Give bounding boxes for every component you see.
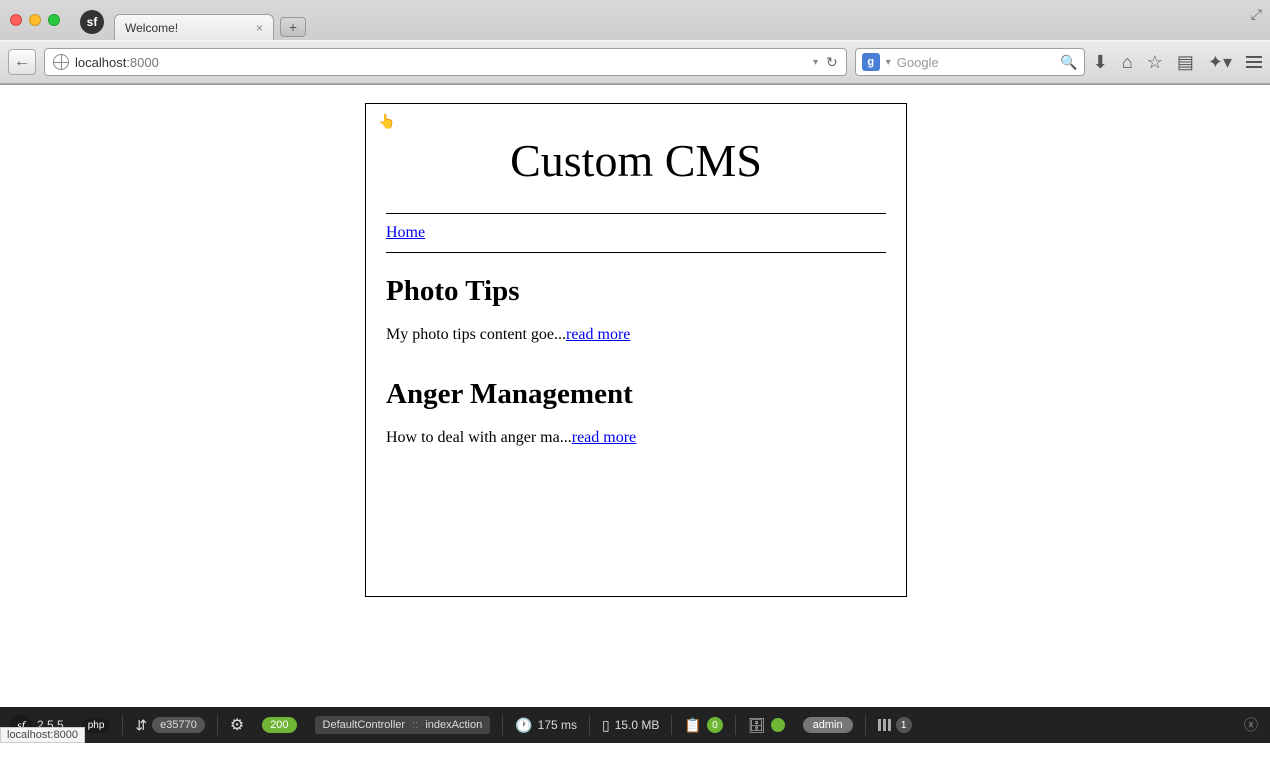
url-port: :8000 bbox=[126, 55, 159, 70]
url-text: localhost:8000 bbox=[75, 55, 159, 70]
symfony-favicon-icon: sf bbox=[80, 10, 104, 34]
tab-title: Welcome! bbox=[125, 21, 178, 35]
menu-icon[interactable] bbox=[1246, 56, 1262, 68]
forms-count: 0 bbox=[707, 717, 723, 733]
url-bar[interactable]: localhost:8000 ▾ ↻ bbox=[44, 48, 847, 76]
http-status-badge: 200 bbox=[262, 717, 296, 733]
separator bbox=[671, 715, 672, 735]
database-icon: 🗄 bbox=[748, 717, 766, 734]
reading-list-icon[interactable]: ▤ bbox=[1177, 52, 1194, 73]
divider bbox=[386, 252, 886, 253]
gear-icon: ⚙ bbox=[230, 715, 244, 735]
article: Anger Management How to deal with anger … bbox=[386, 378, 886, 447]
site-nav: Home 👆 bbox=[386, 214, 886, 252]
clock-icon: 🕐 bbox=[515, 717, 532, 734]
search-icon[interactable]: 🔍 bbox=[1060, 54, 1077, 71]
tab-close-icon[interactable]: × bbox=[256, 21, 263, 35]
history-dropdown-icon[interactable]: ▾ bbox=[813, 57, 818, 68]
search-engine-dropdown-icon[interactable]: ▾ bbox=[886, 57, 891, 68]
memory-item[interactable]: ▯ 15.0 MB bbox=[596, 707, 665, 743]
separator bbox=[502, 715, 503, 735]
controller-label: DefaultController :: indexAction bbox=[315, 716, 491, 734]
route-code: e35770 bbox=[152, 717, 205, 733]
time-item[interactable]: 🕐 175 ms bbox=[509, 707, 583, 743]
search-engine-icon[interactable]: g bbox=[862, 53, 880, 71]
nav-home-link[interactable]: Home bbox=[386, 224, 425, 241]
log-count: 1 bbox=[896, 717, 912, 733]
globe-icon bbox=[53, 54, 69, 70]
close-toolbar-icon[interactable]: ⓧ bbox=[1244, 715, 1266, 735]
symfony-debug-toolbar: sf 2.5.5 php ⇵ e35770 ⚙ 200 DefaultContr… bbox=[0, 707, 1270, 743]
new-tab-button[interactable]: + bbox=[280, 17, 306, 37]
cms-container: Custom CMS Home 👆 Photo Tips My photo ti… bbox=[365, 103, 907, 597]
separator bbox=[865, 715, 866, 735]
home-icon[interactable]: ⌂ bbox=[1122, 52, 1133, 73]
user-item[interactable]: admin bbox=[797, 707, 859, 743]
article-excerpt: My photo tips content goe...read more bbox=[386, 326, 886, 344]
php-badge-icon: php bbox=[82, 718, 111, 733]
log-item[interactable]: 1 bbox=[872, 707, 918, 743]
page-viewport: Custom CMS Home 👆 Photo Tips My photo ti… bbox=[0, 85, 1270, 743]
reload-icon[interactable]: ↻ bbox=[826, 54, 838, 71]
extension-icon[interactable]: ✦▾ bbox=[1208, 52, 1232, 73]
search-bar[interactable]: g ▾ Google 🔍 bbox=[855, 48, 1085, 76]
pointer-cursor-icon: 👆 bbox=[378, 114, 395, 131]
request-time: 175 ms bbox=[538, 718, 577, 732]
article-title: Photo Tips bbox=[386, 275, 886, 308]
route-icon: ⇵ bbox=[135, 717, 147, 734]
separator bbox=[589, 715, 590, 735]
status-item[interactable]: 200 bbox=[256, 707, 302, 743]
fullscreen-icon[interactable]: ⤢ bbox=[1251, 6, 1262, 23]
user-badge: admin bbox=[803, 717, 853, 733]
browser-chrome: sf Welcome! × + ⤢ ← localhost:8000 ▾ ↻ g… bbox=[0, 0, 1270, 85]
article: Photo Tips My photo tips content goe...r… bbox=[386, 275, 886, 344]
url-host: localhost bbox=[75, 55, 126, 70]
status-link-preview: localhost:8000 bbox=[0, 727, 85, 743]
controller-item[interactable]: DefaultController :: indexAction bbox=[309, 707, 497, 743]
titlebar: sf Welcome! × + ⤢ bbox=[0, 0, 1270, 40]
log-icon bbox=[878, 719, 891, 731]
close-window-button[interactable] bbox=[10, 14, 22, 26]
minimize-window-button[interactable] bbox=[29, 14, 41, 26]
browser-tab[interactable]: Welcome! × bbox=[114, 14, 274, 40]
read-more-link[interactable]: read more bbox=[566, 326, 630, 343]
zoom-window-button[interactable] bbox=[48, 14, 60, 26]
article-excerpt: How to deal with anger ma...read more bbox=[386, 429, 886, 447]
downloads-icon[interactable]: ⬇ bbox=[1093, 52, 1108, 73]
back-button[interactable]: ← bbox=[8, 49, 36, 75]
separator bbox=[735, 715, 736, 735]
toolbar-icons: ⬇ ⌂ ☆ ▤ ✦▾ bbox=[1093, 52, 1262, 73]
article-title: Anger Management bbox=[386, 378, 886, 411]
site-title: Custom CMS bbox=[386, 134, 886, 187]
memory-icon: ▯ bbox=[602, 717, 610, 734]
memory-usage: 15.0 MB bbox=[615, 718, 660, 732]
forms-item[interactable]: 📋 0 bbox=[678, 707, 728, 743]
config-item[interactable]: ⚙ bbox=[224, 707, 250, 743]
separator bbox=[217, 715, 218, 735]
db-status-icon bbox=[771, 718, 785, 732]
read-more-link[interactable]: read more bbox=[572, 429, 636, 446]
tabs-row: sf Welcome! × + bbox=[80, 0, 306, 40]
browser-toolbar: ← localhost:8000 ▾ ↻ g ▾ Google 🔍 ⬇ ⌂ ☆ … bbox=[0, 40, 1270, 84]
window-controls bbox=[0, 14, 60, 26]
separator bbox=[122, 715, 123, 735]
bookmark-icon[interactable]: ☆ bbox=[1147, 52, 1163, 73]
clipboard-icon: 📋 bbox=[684, 717, 701, 734]
route-item[interactable]: ⇵ e35770 bbox=[129, 707, 210, 743]
url-right-controls: ▾ ↻ bbox=[813, 54, 838, 71]
db-item[interactable]: 🗄 bbox=[742, 707, 791, 743]
search-placeholder: Google bbox=[897, 55, 939, 70]
